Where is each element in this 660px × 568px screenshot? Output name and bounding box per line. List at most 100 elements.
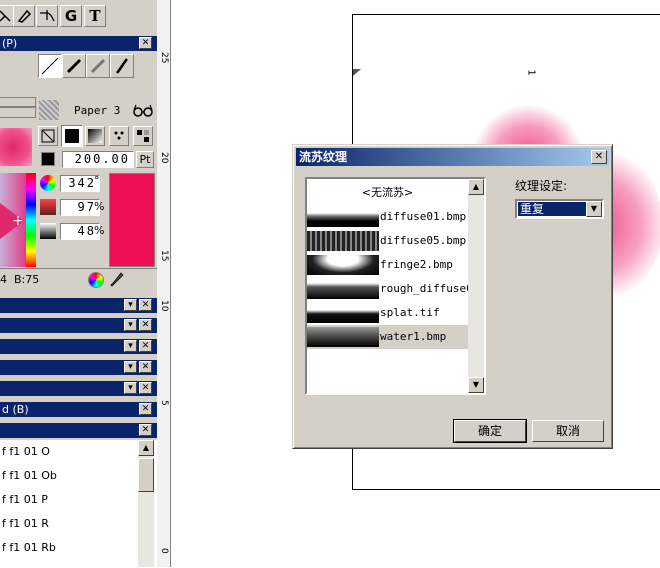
texture-list-item[interactable]: water1.bmp <box>307 325 468 349</box>
lower-panel-title: d (B) <box>2 403 29 416</box>
type-tool-icon[interactable]: T <box>84 5 106 27</box>
stroke-calligraphy-icon[interactable] <box>110 54 134 78</box>
size-unit-button[interactable]: Pt <box>136 151 154 168</box>
texture-list[interactable]: <无流苏> diffuse01.bmp diffuse05.bmp fringe2.b… <box>305 177 486 395</box>
list-scrollbar[interactable]: ▲ <box>138 440 154 567</box>
value-icon <box>40 223 56 239</box>
hue-unit: ° <box>94 174 100 187</box>
dialog-title: 流苏纹理 <box>299 150 348 164</box>
brush-panel-titlebar: (P) ✕ <box>0 36 157 51</box>
left-palette-panel: G T (P) ✕ Paper 3 200.00 Pt + 342 ° 97 %… <box>0 0 157 567</box>
texture-list-item[interactable]: rough_diffuse01 <box>307 277 468 301</box>
cancel-button[interactable]: 取消 <box>532 420 604 442</box>
text-effect-tool-icon[interactable]: G <box>60 5 82 27</box>
texture-fill-icon[interactable] <box>133 126 153 146</box>
list-item[interactable]: f f1 01 P <box>0 488 136 512</box>
panel-collapse-icon[interactable]: ▾ <box>124 299 137 311</box>
stroke-thick-icon[interactable] <box>62 54 86 78</box>
scroll-up-icon[interactable]: ▲ <box>138 440 154 456</box>
solid-fill-icon[interactable] <box>61 125 83 147</box>
scroll-down-icon[interactable]: ▼ <box>468 377 484 393</box>
panel-close-icon[interactable]: ✕ <box>139 361 152 373</box>
hue-strip[interactable] <box>26 173 36 267</box>
panel-collapse-icon[interactable]: ▾ <box>124 319 137 331</box>
eyedropper-icon[interactable] <box>110 272 124 288</box>
collapsed-panel-3[interactable]: ▾ ✕ <box>0 339 157 354</box>
glasses-icon[interactable] <box>133 102 153 118</box>
color-readout-bar: 4 B:75 <box>0 268 157 290</box>
panel-collapse-icon[interactable]: ▾ <box>124 382 137 394</box>
list-item[interactable]: f f1 01 Rb <box>0 536 136 560</box>
pattern-fill-icon[interactable] <box>109 126 129 146</box>
paper-slider[interactable] <box>0 97 36 118</box>
ruler-label: 5 <box>159 400 169 406</box>
collapsed-panel-2[interactable]: ▾ ✕ <box>0 318 157 333</box>
texture-name: water1.bmp <box>380 330 447 343</box>
brush-size-field[interactable]: 200.00 <box>62 151 134 168</box>
primary-color-swatch[interactable] <box>109 173 155 267</box>
panel-collapse-icon[interactable]: ▾ <box>124 361 137 373</box>
collapsed-panel-4[interactable]: ▾ ✕ <box>0 360 157 375</box>
panel-close-icon[interactable]: ✕ <box>139 403 152 415</box>
pen-tool-icon[interactable] <box>13 5 35 27</box>
saturation-unit: % <box>94 200 105 213</box>
panel-collapse-icon[interactable]: ▾ <box>124 340 137 352</box>
hue-wheel-icon <box>40 175 56 191</box>
list-item[interactable]: f f1 01 R <box>0 512 136 536</box>
texture-thumbnail <box>307 327 379 347</box>
paper-texture-swatch[interactable] <box>39 100 59 120</box>
stroke-hairline-icon[interactable] <box>38 54 62 78</box>
texture-list-item[interactable]: fringe2.bmp <box>307 253 468 277</box>
lower-panel-titlebar[interactable]: d (B) ✕ <box>0 402 157 417</box>
dialog-close-icon[interactable]: ✕ <box>591 150 607 164</box>
dialog-titlebar[interactable]: 流苏纹理 ✕ <box>296 148 609 166</box>
list-panel-titlebar[interactable]: ✕ <box>0 423 157 438</box>
bezier-tool-icon[interactable] <box>36 5 58 27</box>
texture-list-item[interactable]: <无流苏> <box>307 181 468 205</box>
list-item[interactable]: f f1 01 O <box>0 440 136 464</box>
ok-button[interactable]: 确定 <box>453 419 527 443</box>
panel-close-icon[interactable]: ✕ <box>139 424 152 436</box>
no-fill-icon[interactable] <box>38 126 58 146</box>
collapsed-panel-5[interactable]: ▾ ✕ <box>0 381 157 396</box>
panel-close-icon[interactable]: ✕ <box>139 299 152 311</box>
fill-color-indicator[interactable] <box>41 152 55 166</box>
panel-close-icon[interactable]: ✕ <box>139 319 152 331</box>
panel-close-icon[interactable]: ✕ <box>139 382 152 394</box>
collapsed-panel-1[interactable]: ▾ ✕ <box>0 298 157 313</box>
page-number: 1 <box>525 69 537 76</box>
texture-list-scrollbar[interactable]: ▲ ▼ <box>468 179 484 393</box>
texture-setting-label: 纹理设定: <box>515 179 568 193</box>
texture-thumbnail <box>307 303 379 323</box>
brush-preview <box>0 128 32 166</box>
gradient-fill-icon[interactable] <box>85 126 105 146</box>
panel-close-icon[interactable]: ✕ <box>139 340 152 352</box>
scroll-thumb[interactable] <box>138 458 154 492</box>
ruler-label: 10 <box>159 300 169 312</box>
brush-panel-title: (P) <box>2 37 18 50</box>
texture-thumbnail <box>307 279 379 299</box>
fringe-texture-dialog: 流苏纹理 ✕ <无流苏> diffuse01.bmp diffuse05.bmp fr… <box>292 144 613 449</box>
texture-name: rough_diffuse01 <box>380 282 468 295</box>
ruler-label: 0 <box>159 548 169 554</box>
texture-name: <无流苏> <box>361 186 414 199</box>
panel-close-icon[interactable]: ✕ <box>139 37 152 49</box>
ruler-label: 20 <box>159 152 169 164</box>
texture-name: diffuse05.bmp <box>380 234 467 247</box>
stroke-taper-icon[interactable] <box>86 54 110 78</box>
texture-list-item[interactable]: diffuse05.bmp <box>307 229 468 253</box>
color-triangle[interactable]: + <box>0 173 26 267</box>
ruler-label: 25 <box>159 52 169 64</box>
brush-variant-list: f f1 01 Of f1 01 Ob f f1 01 Pf f1 01 Rf f… <box>0 440 157 567</box>
paper-name: Paper 3 <box>74 104 121 117</box>
texture-thumbnail <box>307 231 379 251</box>
list-item[interactable]: f f1 01 Ob <box>0 464 136 488</box>
texture-setting-select[interactable]: 重复 ▼ <box>515 199 604 219</box>
color-picker-wheel-icon[interactable] <box>88 272 104 288</box>
texture-name: fringe2.bmp <box>380 258 453 271</box>
texture-name: splat.tif <box>380 306 440 319</box>
texture-list-item[interactable]: splat.tif <box>307 301 468 325</box>
scroll-up-icon[interactable]: ▲ <box>468 179 484 195</box>
chevron-down-icon[interactable]: ▼ <box>586 201 602 217</box>
texture-list-item[interactable]: diffuse01.bmp <box>307 205 468 229</box>
